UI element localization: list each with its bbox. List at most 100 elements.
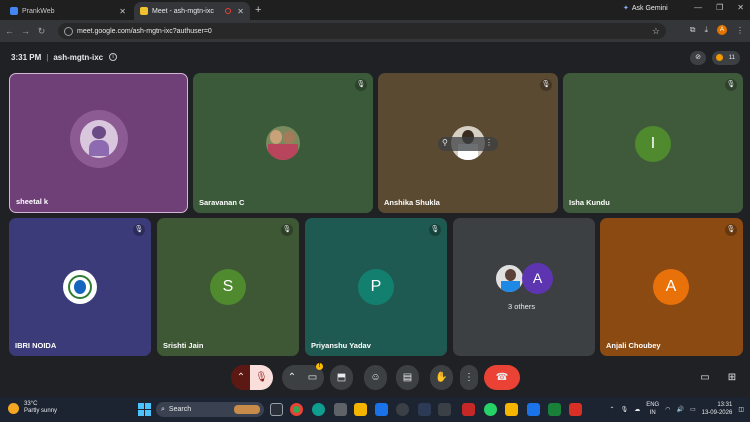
participant-tile-priyanshu[interactable]: 🎙 P Priyanshu Yadav	[305, 218, 447, 356]
participant-name: Anshika Shukla	[384, 198, 440, 207]
app-icon-5[interactable]	[505, 403, 518, 416]
audio-options-chevron-icon[interactable]: ⌃	[231, 365, 251, 390]
word-icon[interactable]	[527, 403, 540, 416]
weather-widget[interactable]: 33°C Partly sunny	[8, 401, 57, 415]
avatar	[266, 126, 300, 160]
close-window-icon[interactable]: ✕	[737, 3, 744, 12]
meeting-info-icon[interactable]: i	[109, 53, 118, 61]
bookmark-star-icon[interactable]: ☆	[652, 26, 660, 37]
window-controls: — ❐ ✕	[694, 3, 744, 12]
mic-muted-icon: 🎙	[355, 79, 367, 91]
emoji-reactions-button[interactable]: ☺	[364, 365, 387, 390]
whatsapp-icon[interactable]	[484, 403, 497, 416]
more-options-icon[interactable]: ⋮	[485, 138, 493, 147]
browser-toolbar: ← → ↻ meet.google.com/ash-mgtn-ixc?authu…	[0, 20, 750, 42]
video-options-chevron-icon[interactable]: ⌃	[282, 365, 302, 390]
app-icon-4[interactable]	[462, 403, 475, 416]
avatar	[494, 263, 525, 294]
mic-toggle-button[interactable]: 🎙	[250, 365, 273, 390]
present-screen-button[interactable]: ⬒	[330, 365, 353, 390]
task-view-icon[interactable]	[270, 403, 283, 416]
weather-sun-icon	[8, 402, 19, 414]
avatar: P	[358, 269, 394, 305]
minimize-icon[interactable]: —	[694, 3, 702, 12]
participant-tile-saravanan[interactable]: 🎙 Saravanan C	[193, 73, 373, 213]
notifications-icon[interactable]: ◫	[738, 406, 744, 413]
participant-tile-ibri[interactable]: 🎙 IBRI NOIDA	[9, 218, 151, 356]
participants-avatar-icon	[716, 54, 723, 61]
participant-tile-isha[interactable]: 🎙 I Isha Kundu	[563, 73, 743, 213]
download-icon[interactable]: ⤓	[704, 25, 708, 35]
recording-indicator-icon	[225, 8, 232, 14]
site-info-icon[interactable]	[64, 26, 73, 36]
show-hidden-icons-icon[interactable]: ⌃	[610, 406, 615, 413]
tab-title: Meet - ash-mgtn-ixc	[152, 7, 214, 15]
windows-start-icon[interactable]	[138, 403, 151, 416]
back-icon[interactable]: ←	[3, 26, 16, 36]
language-code: ENG	[646, 402, 660, 408]
file-explorer-icon[interactable]	[354, 403, 367, 416]
address-bar[interactable]: meet.google.com/ash-mgtn-ixc?authuser=0 …	[58, 23, 666, 39]
tab-prankweb[interactable]: PrankWeb ✕	[4, 2, 132, 20]
clock[interactable]: 13:31 13-09-2026	[702, 401, 733, 417]
extensions-icon[interactable]: ⧉	[690, 25, 696, 35]
reload-icon[interactable]: ↻	[35, 26, 48, 37]
clock-time: 13:31	[717, 402, 733, 408]
avatar	[80, 120, 118, 158]
avatar: I	[635, 126, 671, 162]
profile-avatar[interactable]: A	[717, 25, 727, 35]
participant-tile-srishti[interactable]: 🎙 S Srishti Jain	[157, 218, 299, 356]
microphone-tray-icon[interactable]: 🎙	[621, 406, 629, 413]
restore-icon[interactable]: ❐	[716, 3, 723, 12]
forward-icon[interactable]: →	[19, 26, 32, 36]
toolbar-right: ⧉ ⤓ A ⋮	[690, 25, 744, 35]
others-tile[interactable]: A 3 others	[453, 218, 595, 356]
participant-tile-sheetal[interactable]: sheetal k	[9, 73, 188, 213]
region-code: IN	[649, 410, 656, 416]
outlook-icon[interactable]	[375, 403, 388, 416]
header-divider: |	[46, 52, 49, 62]
taskbar-search[interactable]: ⌕ Search	[156, 402, 264, 417]
more-options-button[interactable]: ⋮	[460, 365, 478, 390]
battery-icon[interactable]: ▭	[690, 406, 696, 413]
chrome-icon[interactable]	[290, 403, 303, 416]
powerpoint-icon[interactable]	[569, 403, 582, 416]
app-icon-1[interactable]	[396, 403, 409, 416]
app-icon-2[interactable]	[418, 403, 431, 416]
new-tab-button[interactable]: +	[255, 4, 261, 16]
onedrive-icon[interactable]: ☁	[634, 406, 640, 413]
url-text: meet.google.com/ash-mgtn-ixc?authuser=0	[77, 27, 212, 35]
chat-icon[interactable]: ▭	[695, 365, 715, 390]
avatar: S	[210, 269, 246, 305]
activities-icon[interactable]: ⊞	[722, 365, 742, 390]
volume-icon[interactable]: 🔊	[676, 406, 683, 413]
avatar: A	[653, 269, 689, 305]
captions-button[interactable]: ▤	[396, 365, 419, 390]
close-tab-icon[interactable]: ✕	[237, 7, 244, 16]
edge-icon[interactable]	[312, 403, 325, 416]
leave-call-button[interactable]: ☎	[484, 365, 520, 390]
close-tab-icon[interactable]: ✕	[119, 7, 126, 16]
search-highlight-icon	[234, 405, 260, 414]
participant-tile-anshika[interactable]: 🎙 ⚲ ⋮ Anshika Shukla	[378, 73, 558, 213]
meeting-controls: ⌃ 🎙 ⌃ ▭ ! ⬒ ☺ ▤ ✋ ⋮ ☎ ▭ ⊞	[0, 362, 750, 394]
raise-hand-button[interactable]: ✋	[430, 365, 453, 390]
app-icon-3[interactable]	[438, 403, 451, 416]
menu-dots-icon[interactable]: ⋮	[736, 26, 744, 35]
screen-share-off-icon[interactable]: ⊘	[690, 51, 706, 65]
pin-icon[interactable]: ⚲	[442, 138, 448, 147]
wifi-icon[interactable]: ◠	[665, 406, 670, 413]
participant-tile-anjali[interactable]: 🎙 A Anjali Choubey	[600, 218, 743, 356]
participants-button[interactable]: 11	[712, 51, 740, 65]
excel-icon[interactable]	[548, 403, 561, 416]
mic-muted-icon: 🎙	[725, 79, 737, 91]
search-icon: ⌕	[161, 405, 165, 413]
system-tray: ⌃ 🎙 ☁ ENG IN ◠ 🔊 ▭ 13:31 13-09-2026 ◫	[610, 401, 744, 417]
meeting-code: ash-mgtn-ixc	[53, 52, 104, 62]
ask-gemini-button[interactable]: ✦ Ask Gemini	[623, 4, 668, 13]
store-icon[interactable]	[334, 403, 347, 416]
participant-name: IBRI NOIDA	[15, 341, 57, 350]
language-indicator[interactable]: ENG IN	[646, 401, 659, 417]
avatar	[63, 270, 97, 304]
tab-meet[interactable]: Meet - ash-mgtn-ixc ✕	[134, 2, 250, 20]
